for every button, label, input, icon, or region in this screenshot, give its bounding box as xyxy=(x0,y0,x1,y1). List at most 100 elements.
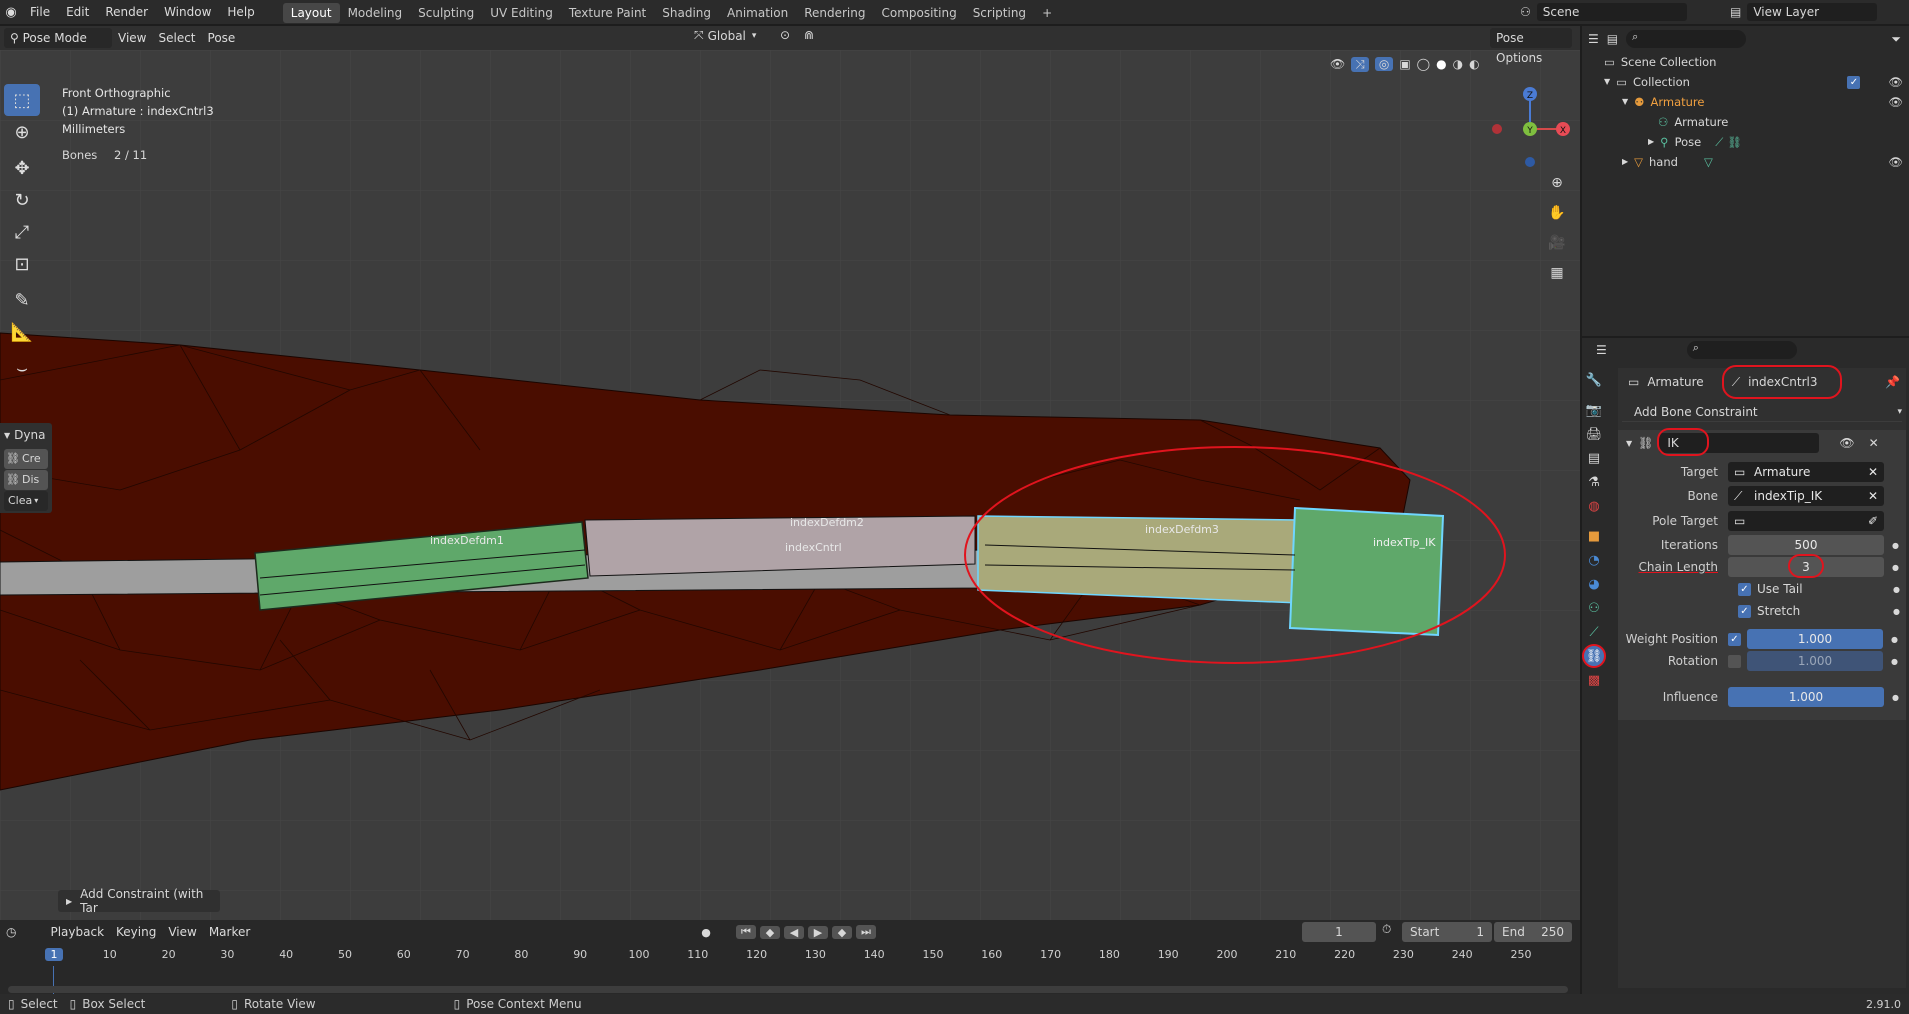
modifier-tab-icon[interactable]: ◔ xyxy=(1582,548,1606,572)
overlay-toggle-icon[interactable]: ◎ xyxy=(1374,57,1394,71)
tree-item-scene-collection[interactable]: ▭ Scene Collection xyxy=(1582,52,1909,72)
add-workspace-icon[interactable]: + xyxy=(1034,3,1060,23)
outliner-search-input[interactable]: ⌕ xyxy=(1626,30,1747,48)
snap-icon[interactable]: ⋒ xyxy=(804,28,814,42)
display-mode-icon[interactable]: ▤ xyxy=(1607,32,1618,46)
editor-type-icon[interactable]: ☰ xyxy=(1588,32,1599,46)
end-frame-field[interactable]: End 250 xyxy=(1494,922,1572,942)
pan-hand-icon[interactable]: ✋ xyxy=(1543,198,1571,228)
view-layer-name[interactable]: View Layer xyxy=(1747,3,1878,21)
current-frame-field[interactable]: 1 xyxy=(1302,922,1376,942)
tree-item-armature-object[interactable]: ▼ ⚉ Armature 👁 xyxy=(1582,92,1909,112)
collapse-icon[interactable]: ▼ xyxy=(1626,439,1632,448)
scene-selector[interactable]: ⚇ Scene xyxy=(1520,2,1687,22)
timeline-scrollbar[interactable] xyxy=(8,986,1568,993)
eyedropper-icon[interactable]: ✐ xyxy=(1868,511,1878,531)
dyna-create-button[interactable]: ⛓ Cre xyxy=(4,449,48,469)
stretch-checkbox[interactable]: ✓ xyxy=(1738,604,1751,618)
frame-ruler[interactable]: 1 10 20 30 40 50 60 70 80 90 100 110 120 130 140 150 160… xyxy=(0,946,1580,966)
animate-dot-icon[interactable]: ● xyxy=(1893,607,1900,616)
jump-end-icon[interactable]: ⏭ xyxy=(856,925,876,939)
gizmo-toggle-icon[interactable]: ⤨ xyxy=(1351,56,1369,72)
target-field[interactable]: ▭ Armature ✕ xyxy=(1728,462,1884,482)
outliner[interactable]: ☰ ▤ ⌕ ⏷ ▭ Scene Collection ▼ ▭ Collection … xyxy=(1582,26,1909,336)
timeline-menu-marker[interactable]: Marker xyxy=(203,922,256,942)
visibility-eye-icon[interactable]: 👁 xyxy=(1839,436,1854,450)
rotation-checkbox[interactable] xyxy=(1728,654,1741,668)
scene-tab-icon[interactable]: ⚗ xyxy=(1582,470,1606,494)
rotate-tool-icon[interactable]: ↻ xyxy=(4,184,40,216)
animate-dot-icon[interactable]: ● xyxy=(1891,657,1898,666)
pivot-snap-tools[interactable]: ⊙ ⋒ xyxy=(780,28,814,42)
viewport-menu-view[interactable]: View xyxy=(112,28,152,48)
timeline-menu-playback[interactable]: Playback xyxy=(44,922,110,942)
bone-field[interactable]: ⟋ indexTip_IK ✕ xyxy=(1728,486,1884,506)
shading-rendered-icon[interactable]: ◐ xyxy=(1469,57,1479,71)
visibility-eye-icon[interactable]: 👁 xyxy=(1888,92,1903,112)
jump-start-icon[interactable]: ⏮ xyxy=(736,925,756,939)
animate-dot-icon[interactable]: ● xyxy=(1891,635,1898,644)
view-layer-tab-icon[interactable]: ▤ xyxy=(1582,446,1606,470)
world-tab-icon[interactable]: ◍ xyxy=(1582,494,1606,518)
add-bone-constraint-dropdown[interactable]: Add Bone Constraint ▾ xyxy=(1622,402,1902,422)
ortho-grid-icon[interactable]: ▦ xyxy=(1543,258,1571,288)
viewport-canvas[interactable] xyxy=(0,50,1580,920)
clear-icon[interactable]: ✕ xyxy=(1868,462,1878,482)
shading-wireframe-icon[interactable]: ◯ xyxy=(1417,57,1430,71)
animate-dot-icon[interactable]: ● xyxy=(1892,563,1899,572)
xray-icon[interactable]: ▣ xyxy=(1399,57,1410,71)
chain-length-field[interactable]: 3 xyxy=(1728,554,1884,578)
visibility-eye-icon[interactable]: 👁 xyxy=(1888,152,1903,172)
scene-name[interactable]: Scene xyxy=(1536,3,1687,21)
tab-texture-paint[interactable]: Texture Paint xyxy=(561,3,654,23)
viewport-menu-pose[interactable]: Pose xyxy=(202,28,242,48)
output-tab-icon[interactable]: 🖨 xyxy=(1582,422,1606,446)
rotation-field[interactable]: 1.000 xyxy=(1747,651,1883,671)
shading-material-icon[interactable]: ◑ xyxy=(1453,57,1463,71)
animate-dot-icon[interactable]: ● xyxy=(1892,693,1899,702)
play-icon[interactable]: ▶ xyxy=(808,925,828,939)
armature-data-tab-icon[interactable]: ⚇ xyxy=(1582,596,1606,620)
properties-search-input[interactable]: ⌕ xyxy=(1686,341,1797,359)
mode-dropdown[interactable]: ⚲ Pose Mode xyxy=(4,28,112,48)
editor-type-icon[interactable]: ☰ xyxy=(1596,343,1607,357)
tab-layout[interactable]: Layout xyxy=(282,3,340,23)
tab-uv-editing[interactable]: UV Editing xyxy=(482,3,561,23)
pole-target-field[interactable]: ▭ ✐ xyxy=(1728,511,1884,531)
render-tab-icon[interactable]: 📷 xyxy=(1582,398,1606,422)
dyna-clear-dropdown[interactable]: Clea ▾ xyxy=(4,491,48,511)
stretch-row[interactable]: ✓ Stretch ● xyxy=(1618,600,1906,622)
annotate-tool-icon[interactable]: ✎ xyxy=(4,284,40,316)
expand-arrow-icon[interactable]: ▼ xyxy=(1604,72,1610,92)
zoom-icon[interactable]: ⊕ xyxy=(1543,168,1571,198)
dyna-panel-header[interactable]: ▼ Dyna xyxy=(0,423,52,447)
close-icon[interactable]: ✕ xyxy=(1869,436,1879,450)
tab-rendering[interactable]: Rendering xyxy=(796,3,873,23)
weight-position-checkbox[interactable]: ✓ xyxy=(1728,632,1741,646)
clock-icon[interactable]: ◷ xyxy=(6,925,16,939)
tab-animation[interactable]: Animation xyxy=(719,3,796,23)
pose-options-dropdown[interactable]: Pose Options xyxy=(1490,28,1572,65)
menu-help[interactable]: Help xyxy=(219,0,262,24)
tree-item-hand[interactable]: ▶ ▽ hand ▽ 👁 xyxy=(1582,152,1909,172)
menu-edit[interactable]: Edit xyxy=(58,0,97,24)
menu-file[interactable]: File xyxy=(22,0,58,24)
tree-item-collection[interactable]: ▼ ▭ Collection ✓ 👁 xyxy=(1582,72,1909,92)
record-icon[interactable]: ● xyxy=(696,926,716,939)
transform-tool-icon[interactable]: ⊡ xyxy=(4,248,40,280)
object-tab-icon[interactable]: ■ xyxy=(1582,524,1606,548)
prev-keyframe-icon[interactable]: ◆ xyxy=(760,925,780,939)
iterations-field[interactable]: 500 xyxy=(1728,535,1884,555)
physics-tab-icon[interactable]: ◕ xyxy=(1582,572,1606,596)
move-tool-icon[interactable]: ✥ xyxy=(4,152,40,184)
timeline-menu-view[interactable]: View xyxy=(162,922,202,942)
use-tail-row[interactable]: ✓ Use Tail ● xyxy=(1618,578,1906,600)
viewport-menu-select[interactable]: Select xyxy=(152,28,201,48)
pivot-icon[interactable]: ⊙ xyxy=(780,28,790,42)
tree-item-armature-data[interactable]: ⚇ Armature xyxy=(1582,112,1909,132)
properties-editor[interactable]: ☰ ⌕ 🔧 📷 🖨 ▤ ⚗ ◍ ■ ◔ ◕ ⚇ ⟋ ⛓ ▩ ▭ Armature… xyxy=(1582,338,1909,994)
filter-icon[interactable]: ⏷ xyxy=(1891,32,1901,47)
bone-constraint-tab-icon[interactable]: ⛓ xyxy=(1582,644,1606,668)
tab-compositing[interactable]: Compositing xyxy=(873,3,964,23)
timeline-menu-keying[interactable]: Keying xyxy=(110,922,162,942)
